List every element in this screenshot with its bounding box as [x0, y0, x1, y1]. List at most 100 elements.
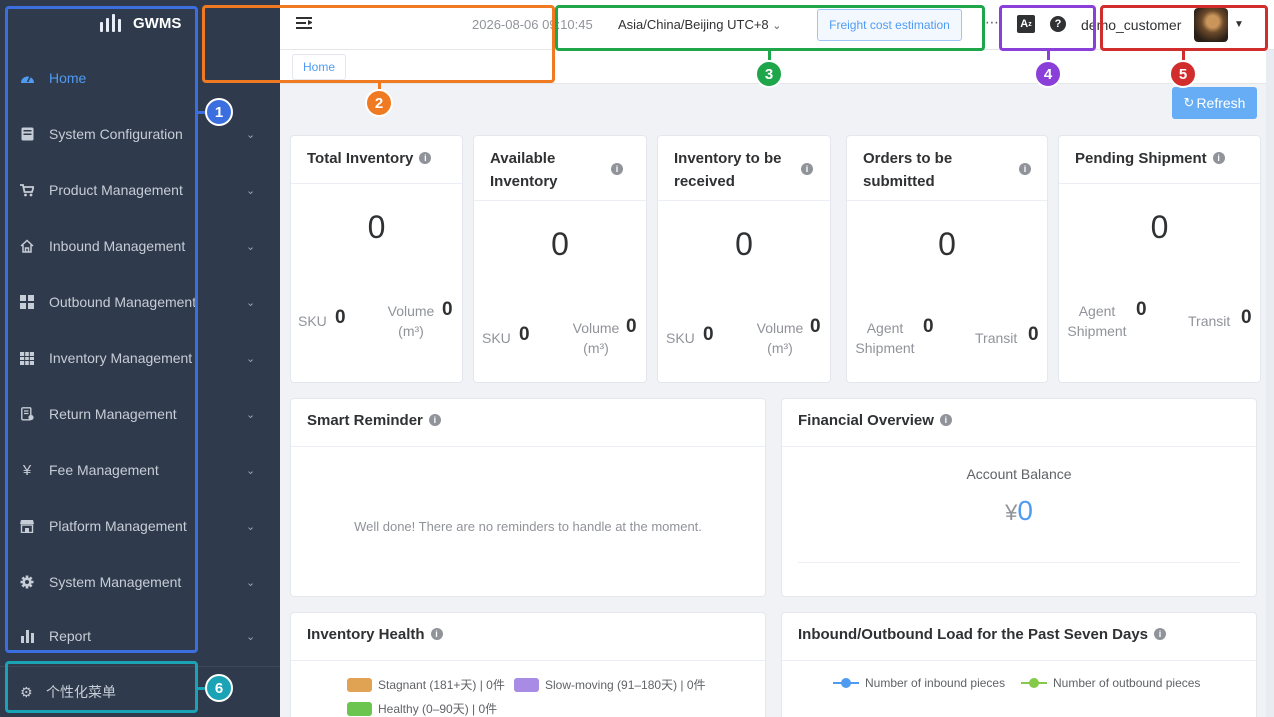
- volume-value: 0: [810, 316, 821, 337]
- pending-shipment-value: 0: [1150, 209, 1169, 245]
- legend-inbound[interactable]: Number of inbound pieces: [833, 676, 1005, 690]
- refresh-icon: ↻: [1183, 95, 1195, 110]
- agent-label-line1: Agent: [866, 320, 904, 336]
- sidebar-item-inbound-management[interactable]: Inbound Management ⌄: [0, 218, 280, 274]
- info-icon[interactable]: i: [430, 628, 443, 641]
- volume-value: 0: [442, 299, 453, 320]
- legend-line-swatch: [1021, 678, 1047, 688]
- legend-swatch: [514, 677, 539, 692]
- card-title-line2: submitted: [863, 173, 935, 190]
- card-title-line1: Available: [490, 150, 556, 167]
- card-title-text: Total Inventory: [307, 150, 414, 167]
- inventory-health-panel: Inventory Health i Stagnant (181+天) | 0件 …: [290, 612, 766, 717]
- sku-value: 0: [335, 307, 346, 328]
- legend-label: Number of inbound pieces: [865, 676, 1006, 690]
- app-logo[interactable]: GWMS: [100, 14, 181, 32]
- sidebar-item-inventory-management[interactable]: Inventory Management ⌄: [0, 330, 280, 386]
- legend-label: Stagnant (181+天) | 0件: [378, 678, 505, 692]
- card-divider: [658, 200, 830, 201]
- info-icon[interactable]: i: [428, 414, 441, 427]
- translate-icon[interactable]: Az: [1017, 15, 1035, 33]
- transit-label: Transit: [1188, 313, 1231, 329]
- sidebar-item-fee-management[interactable]: ¥ Fee Management ⌄: [0, 442, 280, 498]
- sidebar-item-label: Product Management: [49, 182, 183, 198]
- volume-text: Volume: [572, 320, 620, 336]
- chevron-down-icon: ⌄: [246, 296, 256, 309]
- logo-icon: [100, 14, 121, 32]
- panel-title: Financial Overview i: [798, 412, 952, 429]
- volume-unit: (m³): [398, 323, 424, 339]
- table-icon: [19, 350, 35, 366]
- account-balance-value: 0: [1017, 495, 1033, 526]
- annotation-connector-5: [1182, 51, 1185, 60]
- stat-card-orders-to-be-submitted: Orders to be submitted i 0 Agent Shipment …: [846, 135, 1048, 383]
- info-icon[interactable]: i: [1212, 152, 1225, 165]
- annotation-badge-4: 4: [1034, 60, 1062, 88]
- caret-down-icon[interactable]: ▼: [1234, 19, 1244, 30]
- info-icon[interactable]: i: [939, 414, 952, 427]
- volume-value: 0: [626, 316, 637, 337]
- legend-healthy[interactable]: Healthy (0–90天) | 0件: [347, 700, 497, 717]
- username[interactable]: demo_customer: [1081, 17, 1181, 33]
- legend-label: Healthy (0–90天) | 0件: [378, 702, 498, 716]
- account-balance: ¥0: [782, 495, 1256, 527]
- sidebar-item-product-management[interactable]: Product Management ⌄: [0, 162, 280, 218]
- avatar[interactable]: [1194, 8, 1228, 42]
- sidebar-item-home[interactable]: Home: [0, 50, 280, 106]
- sidebar-item-label: System Management: [49, 574, 182, 590]
- bar-chart-icon: [19, 628, 35, 644]
- legend-slow-moving[interactable]: Slow-moving (91–180天) | 0件: [514, 676, 706, 693]
- legend-label: Slow-moving (91–180天) | 0件: [545, 678, 706, 692]
- app-name: GWMS: [133, 14, 182, 32]
- volume-label: Volume (m³): [383, 301, 439, 341]
- freight-cost-estimation-button[interactable]: Freight cost estimation: [817, 9, 962, 41]
- refresh-label: Refresh: [1196, 95, 1246, 111]
- help-icon[interactable]: ?: [1050, 16, 1066, 32]
- sidebar-item-platform-management[interactable]: Platform Management ⌄: [0, 498, 280, 554]
- collapse-menu-icon[interactable]: [296, 16, 312, 32]
- panel-divider: [291, 660, 765, 661]
- card-title-text: Pending Shipment: [1075, 150, 1207, 167]
- info-icon[interactable]: i: [611, 163, 623, 175]
- timezone-select[interactable]: Asia/China/Beijing UTC+8 ⌄: [618, 17, 782, 32]
- sidebar-item-return-management[interactable]: Return Management ⌄: [0, 386, 280, 442]
- annotation-connector-4: [1047, 51, 1050, 60]
- sidebar-item-system-configuration[interactable]: System Configuration ⌄: [0, 106, 280, 162]
- panel-divider: [291, 446, 765, 447]
- agent-label-line2: Shipment: [855, 340, 915, 356]
- sidebar: GWMS Home System Configuration ⌄ Product…: [0, 0, 280, 717]
- chevron-down-icon: ⌄: [246, 128, 256, 141]
- personalized-menu-button[interactable]: ⚙ 个性化菜单: [0, 670, 280, 714]
- sku-value: 0: [519, 324, 530, 345]
- agent-shipment-value: 0: [923, 316, 934, 337]
- chevron-down-icon: ⌄: [246, 630, 256, 643]
- sidebar-item-label: Fee Management: [49, 462, 159, 478]
- personalized-menu-label: 个性化菜单: [46, 684, 116, 700]
- sku-label: SKU: [298, 313, 327, 329]
- yen-icon: ¥: [22, 461, 32, 479]
- tab-home[interactable]: Home: [292, 54, 346, 80]
- legend-outbound[interactable]: Number of outbound pieces: [1021, 676, 1200, 690]
- inventory-health-title: Inventory Health: [307, 626, 425, 643]
- card-title: Available Inventory: [490, 147, 558, 193]
- legend-stagnant[interactable]: Stagnant (181+天) | 0件: [347, 676, 505, 693]
- card-title-line1: Orders to be: [863, 150, 953, 167]
- sidebar-item-system-management[interactable]: System Management ⌄: [0, 554, 280, 610]
- card-divider: [1059, 183, 1260, 184]
- annotation-connector-3: [768, 51, 771, 60]
- sidebar-item-outbound-management[interactable]: Outbound Management ⌄: [0, 274, 280, 330]
- info-icon[interactable]: i: [1154, 628, 1167, 641]
- panel-title: Smart Reminder i: [307, 412, 441, 429]
- smart-reminder-panel: Smart Reminder i Well done! There are no …: [290, 398, 766, 597]
- sidebar-item-report[interactable]: Report ⌄: [0, 608, 280, 664]
- info-icon[interactable]: i: [419, 152, 432, 165]
- info-icon[interactable]: i: [1019, 163, 1031, 175]
- sidebar-item-label: System Configuration: [49, 126, 183, 142]
- info-icon[interactable]: i: [801, 163, 813, 175]
- account-balance-label: Account Balance: [966, 466, 1072, 482]
- store-icon: [19, 518, 35, 534]
- more-icon[interactable]: ⋯: [985, 14, 999, 31]
- refresh-button[interactable]: ↻ Refresh: [1172, 87, 1257, 119]
- page-scrollbar[interactable]: [1266, 50, 1274, 717]
- chevron-down-icon: ⌄: [246, 576, 256, 589]
